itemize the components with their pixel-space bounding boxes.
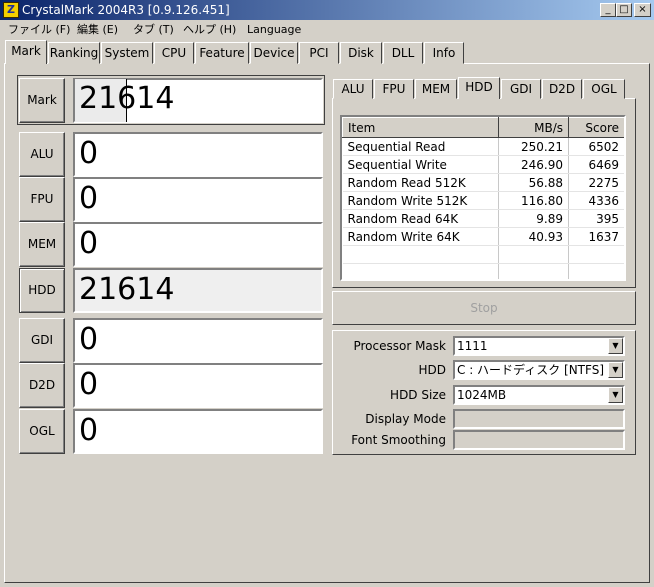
chevron-down-icon[interactable]: ▼ xyxy=(608,362,623,378)
row-mbs: 246.90 xyxy=(498,155,569,174)
tab-disk[interactable]: Disk xyxy=(340,42,382,64)
row-mbs: 116.80 xyxy=(498,191,569,210)
tab-ranking[interactable]: Ranking xyxy=(48,42,100,64)
table-row-empty xyxy=(342,263,624,279)
results-list[interactable]: Item MB/s Score Sequential Read 250.21 6… xyxy=(340,115,626,281)
menu-language[interactable]: Language xyxy=(247,22,301,38)
processor-mask-select[interactable]: 1111 ▼ xyxy=(453,336,625,356)
processor-mask-value: 1111 xyxy=(457,339,488,353)
mem-button[interactable]: MEM xyxy=(19,222,65,267)
table-row[interactable]: Random Read 512K 56.88 2275 xyxy=(342,173,624,192)
d2d-score: 0 xyxy=(73,363,323,408)
display-mode-label: Display Mode xyxy=(365,412,446,426)
row-score: 2275 xyxy=(568,173,624,192)
subtab-ogl[interactable]: OGL xyxy=(583,79,625,99)
subtab-d2d[interactable]: D2D xyxy=(542,79,582,99)
menu-edit[interactable]: 編集 (E) xyxy=(77,22,118,38)
hdd-value: C : ハードディスク [NTFS] xyxy=(457,363,605,377)
column-header-item[interactable]: Item xyxy=(342,117,499,138)
row-item: Random Read 512K xyxy=(342,173,499,192)
row-mbs: 9.89 xyxy=(498,209,569,228)
stop-button[interactable]: Stop xyxy=(332,291,636,325)
maximize-button[interactable]: □ xyxy=(616,3,632,17)
tab-dll[interactable]: DLL xyxy=(383,42,423,64)
processor-mask-label: Processor Mask xyxy=(353,339,446,353)
chevron-down-icon[interactable]: ▼ xyxy=(608,387,623,403)
chevron-down-icon[interactable]: ▼ xyxy=(608,338,623,354)
subtab-gdi[interactable]: GDI xyxy=(501,79,541,99)
table-row[interactable]: Sequential Write 246.90 6469 xyxy=(342,155,624,174)
fpu-button[interactable]: FPU xyxy=(19,177,65,222)
row-item: Sequential Write xyxy=(342,155,499,174)
row-mbs: 250.21 xyxy=(498,137,569,156)
hdd-button[interactable]: HDD xyxy=(19,268,65,313)
minimize-button[interactable]: _ xyxy=(600,3,616,17)
ogl-button[interactable]: OGL xyxy=(19,409,65,454)
row-mbs: 40.93 xyxy=(498,227,569,246)
row-score: 4336 xyxy=(568,191,624,210)
subtab-alu[interactable]: ALU xyxy=(333,79,373,99)
gdi-button[interactable]: GDI xyxy=(19,318,65,363)
hdd-size-select[interactable]: 1024MB ▼ xyxy=(453,385,625,405)
column-header-mbs[interactable]: MB/s xyxy=(498,117,569,138)
font-smoothing-field xyxy=(453,430,625,450)
ogl-score: 0 xyxy=(73,409,323,454)
d2d-button[interactable]: D2D xyxy=(19,363,65,408)
tab-info[interactable]: Info xyxy=(424,42,464,64)
window-title: CrystalMark 2004R3 [0.9.126.451] xyxy=(22,3,230,17)
menu-tab[interactable]: タブ (T) xyxy=(133,22,174,38)
hdd-label: HDD xyxy=(418,363,446,377)
menu-help[interactable]: ヘルプ (H) xyxy=(183,22,236,38)
font-smoothing-label: Font Smoothing xyxy=(351,433,446,447)
row-mbs: 56.88 xyxy=(498,173,569,192)
subtab-mem[interactable]: MEM xyxy=(415,79,457,99)
tab-pci[interactable]: PCI xyxy=(299,42,339,64)
tab-cpu[interactable]: CPU xyxy=(154,42,194,64)
mark-score-value: 21614 xyxy=(79,81,175,116)
row-score: 1637 xyxy=(568,227,624,246)
mem-score: 0 xyxy=(73,222,323,267)
gdi-score: 0 xyxy=(73,318,323,363)
display-mode-field xyxy=(453,409,625,429)
hdd-size-label: HDD Size xyxy=(390,388,446,402)
results-table: Item MB/s Score Sequential Read 250.21 6… xyxy=(342,117,624,279)
close-button[interactable]: × xyxy=(634,3,651,17)
mark-button[interactable]: Mark xyxy=(19,78,65,123)
table-row[interactable]: Sequential Read 250.21 6502 xyxy=(342,137,624,156)
row-item: Random Write 512K xyxy=(342,191,499,210)
table-row[interactable]: Random Read 64K 9.89 395 xyxy=(342,209,624,228)
column-header-score[interactable]: Score xyxy=(568,117,624,138)
fpu-score: 0 xyxy=(73,177,323,222)
row-item: Random Write 64K xyxy=(342,227,499,246)
row-item: Sequential Read xyxy=(342,137,499,156)
table-row[interactable]: Random Write 64K 40.93 1637 xyxy=(342,227,624,246)
hdd-size-value: 1024MB xyxy=(457,388,507,402)
subtab-fpu[interactable]: FPU xyxy=(374,79,414,99)
results-header-row: Item MB/s Score xyxy=(342,117,624,138)
app-icon[interactable]: Z xyxy=(3,2,19,18)
alu-score: 0 xyxy=(73,132,323,177)
hdd-score: 21614 xyxy=(73,268,323,313)
tab-feature[interactable]: Feature xyxy=(195,42,249,64)
row-item: Random Read 64K xyxy=(342,209,499,228)
hdd-select[interactable]: C : ハードディスク [NTFS] ▼ xyxy=(453,360,625,380)
row-score: 6502 xyxy=(568,137,624,156)
tab-mark[interactable]: Mark xyxy=(5,40,47,64)
alu-button[interactable]: ALU xyxy=(19,132,65,177)
tab-system[interactable]: System xyxy=(101,42,153,64)
row-score: 6469 xyxy=(568,155,624,174)
table-row-empty xyxy=(342,245,624,264)
table-row[interactable]: Random Write 512K 116.80 4336 xyxy=(342,191,624,210)
menu-file[interactable]: ファイル (F) xyxy=(8,22,70,38)
subtab-hdd[interactable]: HDD xyxy=(458,77,500,99)
row-score: 395 xyxy=(568,209,624,228)
tab-device[interactable]: Device xyxy=(250,42,298,64)
